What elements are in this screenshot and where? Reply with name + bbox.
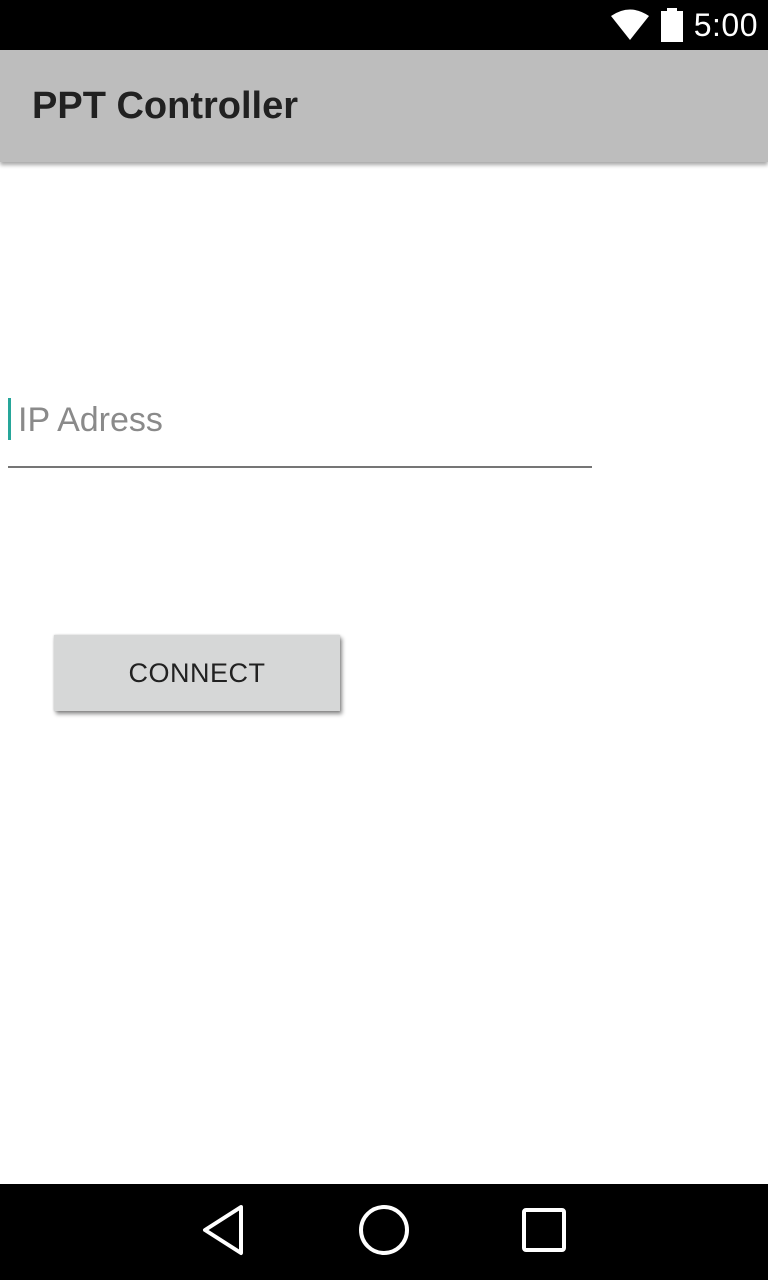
home-icon [357, 1203, 411, 1262]
ip-address-input[interactable] [8, 390, 592, 450]
back-icon [199, 1203, 249, 1262]
back-button[interactable] [176, 1184, 272, 1280]
navigation-bar [0, 1184, 768, 1280]
recents-button[interactable] [496, 1184, 592, 1280]
status-bar: 5:00 [0, 0, 768, 50]
recents-icon [520, 1206, 568, 1259]
ip-address-field[interactable] [8, 390, 592, 468]
status-time: 5:00 [693, 6, 758, 43]
wifi-icon [610, 9, 650, 41]
app-title: PPT Controller [32, 85, 299, 127]
home-button[interactable] [336, 1184, 432, 1280]
battery-icon [660, 8, 684, 42]
app-bar: PPT Controller [0, 50, 768, 162]
screen: 5:00 PPT Controller CONNECT [0, 0, 768, 1280]
status-icons: 5:00 [610, 0, 758, 50]
connect-button[interactable]: CONNECT [54, 635, 340, 711]
